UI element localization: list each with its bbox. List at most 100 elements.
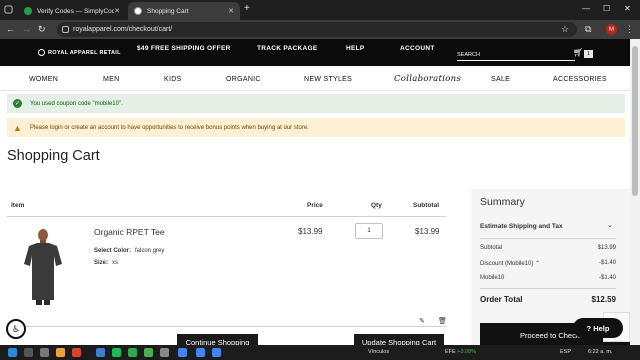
minimize-icon[interactable]: — xyxy=(582,4,590,13)
accessibility-icon[interactable]: ♿︎ xyxy=(6,319,26,339)
close-tab-icon[interactable]: ✕ xyxy=(228,7,234,15)
tab-search-icon[interactable] xyxy=(4,5,13,14)
quantity-input[interactable]: 1 xyxy=(355,223,383,239)
summary-title: Summary xyxy=(480,196,525,208)
color-value: falcon grey xyxy=(135,248,165,254)
language-indicator[interactable]: ESP xyxy=(560,349,571,355)
spotify-icon[interactable] xyxy=(112,348,121,357)
size-label: Size: xyxy=(94,260,109,266)
start-windows-icon[interactable] xyxy=(8,348,17,357)
warning-icon: ▲ xyxy=(13,122,22,133)
size-value: xs xyxy=(112,260,119,266)
search-input[interactable]: SEARCH xyxy=(457,50,575,61)
extensions-icon[interactable]: ⧉ xyxy=(585,24,591,35)
reload-icon[interactable]: ↻ xyxy=(38,24,46,35)
maximize-icon[interactable]: ☐ xyxy=(603,4,610,13)
profile-avatar[interactable]: M xyxy=(606,24,617,35)
app-icon[interactable] xyxy=(160,348,169,357)
cart-count-badge[interactable]: 1 xyxy=(584,50,593,58)
table-header-divider xyxy=(7,216,446,217)
app-icon[interactable] xyxy=(72,348,81,357)
page-title: Shopping Cart xyxy=(7,148,100,164)
summary-subtotal-label: Subtotal xyxy=(480,245,503,251)
close-tab-icon[interactable]: ✕ xyxy=(114,7,120,15)
edit-pencil-icon[interactable]: ✎ xyxy=(419,317,425,325)
summary-divider xyxy=(480,288,616,289)
category-women[interactable]: WOMEN xyxy=(29,76,58,83)
column-header-subtotal: Subtotal xyxy=(413,202,439,209)
item-price: $13.99 xyxy=(298,227,323,236)
chevron-up-icon[interactable]: ⌃ xyxy=(535,261,540,267)
product-image[interactable] xyxy=(22,226,64,306)
task-view-icon[interactable] xyxy=(40,348,49,357)
category-men[interactable]: MEN xyxy=(103,76,119,83)
column-header-qty: Qty xyxy=(371,202,382,209)
search-icon[interactable] xyxy=(24,348,33,357)
site-info-icon[interactable] xyxy=(62,26,69,33)
success-text: You used coupon code "mobile10". xyxy=(30,100,123,107)
app-icon[interactable] xyxy=(96,348,105,357)
order-total-value: $12.59 xyxy=(591,295,616,304)
category-organic[interactable]: ORGANIC xyxy=(226,76,261,83)
address-bar-row: ← → ↻ royalapparel.com/checkout/cart/ ☆ … xyxy=(0,20,640,39)
category-sale[interactable]: SALE xyxy=(491,76,510,83)
app-icon[interactable] xyxy=(144,348,153,357)
help-chat-button[interactable]: ? Help xyxy=(573,318,623,338)
logo-text: ROYAL APPAREL RETAIL xyxy=(48,49,121,56)
forward-icon[interactable]: → xyxy=(22,24,31,34)
new-tab-icon[interactable]: + xyxy=(244,3,250,14)
menu-dots-icon[interactable]: ⋮ xyxy=(625,24,634,35)
discount-row-label[interactable]: Discount (Mobile10) ⌃ xyxy=(480,260,540,267)
track-package-link[interactable]: TRACK PACKAGE xyxy=(257,45,317,52)
close-window-icon[interactable]: ✕ xyxy=(624,4,631,13)
product-name-link[interactable]: Organic RPET Tee xyxy=(94,227,165,237)
coupon-code-value: -$1.40 xyxy=(598,275,616,281)
taskbar-links-label[interactable]: Vínculos xyxy=(368,349,389,355)
free-shipping-link[interactable]: $49 FREE SHIPPING OFFER xyxy=(137,45,231,52)
royal-apparel-favicon-icon xyxy=(134,7,142,15)
quantity-value: 1 xyxy=(367,228,371,234)
category-new-styles[interactable]: NEW STYLES xyxy=(304,76,352,83)
site-top-nav: ROYAL APPAREL RETAIL $49 FREE SHIPPING O… xyxy=(0,39,630,66)
category-kids[interactable]: KIDS xyxy=(164,76,182,83)
category-collaborations[interactable]: Collaborations xyxy=(394,74,461,84)
search-placeholder: SEARCH xyxy=(457,52,480,58)
tab-shopping-cart[interactable]: Shopping Cart ✕ xyxy=(128,2,240,20)
checkmark-icon: ✓ xyxy=(13,99,22,108)
coupon-code-label: Mobile10 xyxy=(480,275,505,281)
tab-verify-codes[interactable]: Verify Codes — SimplyCodes ✕ xyxy=(18,2,126,20)
chevron-down-icon[interactable]: ⌄ xyxy=(607,221,613,229)
category-accessories[interactable]: ACCESSORIES xyxy=(553,76,607,83)
simplycodes-favicon-icon xyxy=(24,7,32,15)
order-total-label: Order Total xyxy=(480,295,523,304)
estimate-shipping-toggle[interactable]: Estimate Shipping and Tax xyxy=(480,223,563,230)
discount-value: -$1.40 xyxy=(598,260,616,266)
trash-icon[interactable]: 🗑︎ xyxy=(438,317,447,325)
stock-ticker[interactable]: EFE +3.08% xyxy=(445,349,476,355)
cart-icon[interactable]: 🛒︎ xyxy=(573,48,583,57)
site-logo[interactable]: ROYAL APPAREL RETAIL xyxy=(38,49,121,56)
chrome-icon[interactable] xyxy=(212,348,221,357)
scrollbar-thumb[interactable] xyxy=(632,46,638,196)
app-icon[interactable] xyxy=(56,348,65,357)
column-header-price: Price xyxy=(307,202,323,209)
crown-logo-icon xyxy=(38,49,45,56)
account-link[interactable]: ACCOUNT xyxy=(400,45,435,52)
ticker-symbol: EFE xyxy=(445,349,456,355)
color-option: Select Color: falcon grey xyxy=(94,248,164,254)
bookmark-star-icon[interactable]: ☆ xyxy=(561,24,569,35)
browser-tab-bar: Verify Codes — SimplyCodes ✕ Shopping Ca… xyxy=(0,0,640,20)
color-label: Select Color: xyxy=(94,248,132,254)
summary-divider xyxy=(480,238,616,239)
clock[interactable]: 6:22 a. m. xyxy=(588,349,612,355)
back-icon[interactable]: ← xyxy=(6,24,15,34)
login-notice-message: ▲ Please login or create an account to h… xyxy=(7,118,625,137)
help-link[interactable]: HELP xyxy=(346,45,365,52)
help-label: Help xyxy=(593,323,610,333)
url-field[interactable]: royalapparel.com/checkout/cart/ xyxy=(57,22,577,37)
chrome-icon[interactable] xyxy=(178,348,187,357)
notice-text: Please login or create an account to hav… xyxy=(30,124,309,131)
chrome-icon[interactable] xyxy=(196,348,205,357)
table-row-divider xyxy=(7,326,446,327)
app-icon[interactable] xyxy=(128,348,137,357)
